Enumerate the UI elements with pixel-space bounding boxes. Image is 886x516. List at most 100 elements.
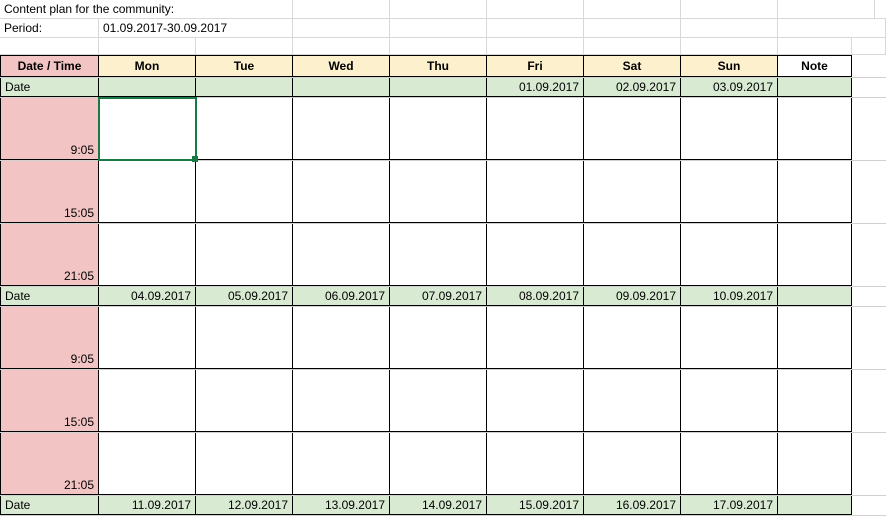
- content-cell[interactable]: [293, 307, 390, 369]
- date-cell[interactable]: 06.09.2017: [293, 287, 390, 306]
- content-cell[interactable]: [293, 433, 390, 495]
- date-cell[interactable]: [196, 78, 293, 97]
- note-cell[interactable]: [778, 98, 852, 160]
- empty-cell[interactable]: [487, 38, 584, 54]
- date-cell[interactable]: 01.09.2017: [487, 78, 584, 97]
- date-cell[interactable]: 15.09.2017: [487, 496, 584, 515]
- empty-cell[interactable]: [293, 19, 390, 37]
- content-cell[interactable]: [196, 224, 293, 286]
- content-cell[interactable]: [584, 433, 681, 495]
- time-label[interactable]: 15:05: [0, 161, 99, 223]
- date-cell[interactable]: 03.09.2017: [681, 78, 778, 97]
- empty-cell[interactable]: [681, 38, 778, 54]
- note-cell[interactable]: [778, 224, 852, 286]
- time-label[interactable]: 21:05: [0, 433, 99, 495]
- empty-cell[interactable]: [681, 19, 778, 37]
- date-cell[interactable]: [99, 78, 196, 97]
- date-cell[interactable]: [390, 78, 487, 97]
- content-cell[interactable]: [390, 370, 487, 432]
- time-label[interactable]: 9:05: [0, 307, 99, 369]
- time-label[interactable]: 15:05: [0, 370, 99, 432]
- note-cell[interactable]: [778, 307, 852, 369]
- time-label[interactable]: 9:05: [0, 98, 99, 160]
- content-cell[interactable]: [293, 161, 390, 223]
- empty-cell[interactable]: [293, 0, 390, 18]
- note-cell[interactable]: [778, 78, 852, 97]
- empty-cell[interactable]: [196, 38, 293, 54]
- note-cell[interactable]: [778, 287, 852, 306]
- note-cell[interactable]: [778, 433, 852, 495]
- content-cell[interactable]: [390, 161, 487, 223]
- date-cell[interactable]: 04.09.2017: [99, 287, 196, 306]
- note-cell[interactable]: [778, 370, 852, 432]
- date-label[interactable]: Date: [0, 287, 99, 306]
- content-cell[interactable]: [390, 433, 487, 495]
- content-cell[interactable]: [487, 224, 584, 286]
- note-cell[interactable]: [778, 496, 852, 515]
- empty-cell[interactable]: [390, 0, 487, 18]
- date-cell[interactable]: [293, 78, 390, 97]
- content-cell[interactable]: [584, 161, 681, 223]
- date-label[interactable]: Date: [0, 496, 99, 515]
- content-cell[interactable]: [487, 161, 584, 223]
- content-cell[interactable]: [99, 98, 196, 160]
- empty-cell[interactable]: [778, 0, 875, 18]
- content-cell[interactable]: [99, 161, 196, 223]
- empty-cell[interactable]: [487, 19, 584, 37]
- date-cell[interactable]: 07.09.2017: [390, 287, 487, 306]
- content-cell[interactable]: [196, 98, 293, 160]
- content-cell[interactable]: [293, 370, 390, 432]
- empty-cell[interactable]: [390, 38, 487, 54]
- content-cell[interactable]: [584, 370, 681, 432]
- content-cell[interactable]: [390, 98, 487, 160]
- content-cell[interactable]: [196, 370, 293, 432]
- header-day-fri[interactable]: Fri: [487, 55, 584, 77]
- date-cell[interactable]: 17.09.2017: [681, 496, 778, 515]
- content-cell[interactable]: [99, 224, 196, 286]
- content-cell[interactable]: [99, 370, 196, 432]
- content-cell[interactable]: [99, 433, 196, 495]
- empty-cell[interactable]: [487, 0, 584, 18]
- date-cell[interactable]: 09.09.2017: [584, 287, 681, 306]
- header-note[interactable]: Note: [778, 55, 852, 77]
- header-day-thu[interactable]: Thu: [390, 55, 487, 77]
- empty-cell[interactable]: [584, 38, 681, 54]
- empty-cell[interactable]: [0, 38, 99, 54]
- empty-cell[interactable]: [875, 0, 886, 18]
- date-cell[interactable]: 14.09.2017: [390, 496, 487, 515]
- content-cell[interactable]: [584, 224, 681, 286]
- date-cell[interactable]: 08.09.2017: [487, 287, 584, 306]
- content-cell[interactable]: [681, 98, 778, 160]
- content-cell[interactable]: [681, 224, 778, 286]
- content-cell[interactable]: [390, 224, 487, 286]
- period-value-cell[interactable]: 01.09.2017-30.09.2017: [99, 19, 293, 37]
- empty-cell[interactable]: [584, 19, 681, 37]
- empty-cell[interactable]: [852, 38, 886, 54]
- content-cell[interactable]: [681, 433, 778, 495]
- title-cell[interactable]: Content plan for the community:: [0, 0, 293, 18]
- content-cell[interactable]: [487, 98, 584, 160]
- time-label[interactable]: 21:05: [0, 224, 99, 286]
- content-cell[interactable]: [584, 307, 681, 369]
- content-cell[interactable]: [99, 307, 196, 369]
- content-cell[interactable]: [196, 307, 293, 369]
- date-cell[interactable]: 12.09.2017: [196, 496, 293, 515]
- content-cell[interactable]: [196, 433, 293, 495]
- date-label[interactable]: Date: [0, 78, 99, 97]
- content-cell[interactable]: [196, 161, 293, 223]
- content-cell[interactable]: [487, 370, 584, 432]
- header-date-time[interactable]: Date / Time: [0, 55, 99, 77]
- empty-cell[interactable]: [778, 19, 886, 37]
- empty-cell[interactable]: [99, 38, 196, 54]
- date-cell[interactable]: 10.09.2017: [681, 287, 778, 306]
- content-cell[interactable]: [487, 307, 584, 369]
- date-cell[interactable]: 16.09.2017: [584, 496, 681, 515]
- header-day-tue[interactable]: Tue: [196, 55, 293, 77]
- header-day-sun[interactable]: Sun: [681, 55, 778, 77]
- empty-cell[interactable]: [390, 19, 487, 37]
- header-day-wed[interactable]: Wed: [293, 55, 390, 77]
- date-cell[interactable]: 13.09.2017: [293, 496, 390, 515]
- content-cell[interactable]: [293, 98, 390, 160]
- empty-cell[interactable]: [584, 0, 681, 18]
- header-day-sat[interactable]: Sat: [584, 55, 681, 77]
